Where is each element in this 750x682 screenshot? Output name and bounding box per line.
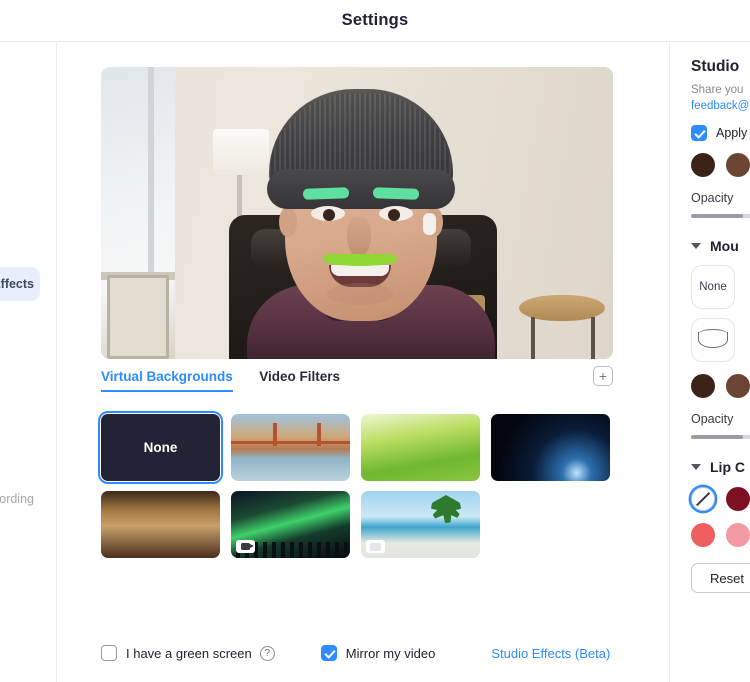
person-ear-left — [279, 207, 297, 237]
apply-label: Apply — [716, 126, 748, 141]
stool-leg — [591, 317, 595, 359]
mustache-tile-style-1[interactable] — [691, 318, 735, 363]
mirror-video-checkbox[interactable] — [320, 645, 337, 661]
stool-leg — [531, 317, 535, 359]
green-screen-label: I have a green screen — [126, 645, 252, 661]
green-eyebrow-effect-left — [302, 187, 350, 200]
background-thumb-none[interactable]: None — [98, 411, 223, 484]
reset-button[interactable]: Reset — [691, 563, 750, 594]
lip-color-section-header[interactable]: Lip C — [691, 459, 750, 475]
backgrounds-tabs: Virtual Backgrounds Video Filters + — [101, 366, 613, 402]
mustache-swatch-dark-brown[interactable] — [691, 374, 715, 399]
thumb-label: None — [143, 440, 178, 455]
person-nose — [347, 217, 371, 257]
lip-color-section-label: Lip C — [710, 459, 745, 476]
mustache-section-header[interactable]: Mou — [691, 238, 750, 254]
tab-video-filters[interactable]: Video Filters — [259, 369, 340, 390]
eyebrow-opacity-slider[interactable] — [691, 214, 750, 219]
lip-color-swatch-dark-red[interactable] — [726, 487, 750, 512]
eyebrow-swatch-medium-brown[interactable] — [726, 153, 750, 178]
green-mustache-effect — [323, 254, 397, 266]
slider-fill — [691, 214, 743, 219]
background-thumb-grass[interactable] — [361, 414, 480, 481]
preview-options-bar: I have a green screen ? Mirror my video … — [57, 624, 669, 682]
background-thumb-earth-from-space[interactable] — [491, 414, 610, 481]
page-title: Settings — [341, 11, 409, 29]
sidebar-item-recording[interactable]: Recording — [0, 482, 40, 516]
beanie-brim — [267, 169, 455, 209]
chevron-down-icon — [691, 243, 701, 250]
feedback-email-link[interactable]: feedback@ — [691, 99, 750, 115]
earbud — [423, 213, 436, 235]
slider-fill — [691, 435, 743, 440]
lip-color-swatch-coral[interactable] — [691, 523, 715, 548]
green-screen-checkbox[interactable] — [101, 645, 117, 661]
tab-virtual-backgrounds[interactable]: Virtual Backgrounds — [101, 369, 233, 392]
eyebrow-opacity-label: Opacity — [691, 191, 734, 206]
background-thumb-hotel-lobby[interactable] — [101, 491, 220, 558]
background-thumb-aurora-video[interactable] — [231, 491, 350, 558]
eyebrow-swatch-dark-brown[interactable] — [691, 153, 715, 178]
video-badge-icon — [236, 540, 255, 553]
person-eye-right — [379, 206, 413, 221]
background-thumb-golden-gate-bridge[interactable] — [231, 414, 350, 481]
sidebar-item-label: Recording — [0, 492, 34, 506]
mustache-tile-none[interactable]: None — [691, 265, 735, 310]
palm-tree — [424, 495, 468, 539]
help-icon[interactable]: ? — [259, 645, 275, 661]
backgrounds-effects-panel: Virtual Backgrounds Video Filters + None — [57, 42, 670, 682]
preview-scene — [101, 67, 613, 359]
studio-effects-title: Studio — [691, 58, 740, 75]
mustache-opacity-label: Opacity — [691, 412, 734, 427]
lip-color-swatches-row-2 — [691, 523, 750, 548]
video-self-preview — [101, 67, 613, 359]
bridge-tower — [273, 423, 277, 447]
settings-window: Settings Backgrounds & Effects Recording — [0, 0, 750, 682]
mustache-icon — [698, 329, 728, 349]
bridge-tower — [317, 423, 321, 447]
lip-color-swatch-pink[interactable] — [726, 523, 750, 548]
person-eye-left — [311, 206, 345, 221]
mustache-swatch-medium-brown[interactable] — [726, 374, 750, 399]
sidebar-item-backgrounds-effects[interactable]: Backgrounds & Effects — [0, 267, 40, 301]
add-background-button[interactable]: + — [593, 366, 613, 386]
mustache-opacity-slider[interactable] — [691, 435, 750, 440]
mustache-style-tiles: None — [691, 265, 750, 363]
background-thumb-beach-video[interactable] — [361, 491, 480, 558]
video-badge-icon — [366, 540, 385, 553]
window-titlebar: Settings — [0, 0, 750, 41]
tile-label: None — [699, 281, 727, 294]
floor-lamp-shade — [213, 129, 269, 175]
mustache-section-label: Mou — [710, 238, 739, 255]
pupil — [388, 209, 400, 221]
studio-effects-subtitle: Share you feedback@ — [691, 83, 750, 114]
lip-color-swatches-row-1 — [691, 487, 750, 512]
eyebrow-color-swatches — [691, 153, 750, 178]
subtitle-line-1: Share you — [691, 84, 744, 96]
person-chin — [327, 283, 393, 305]
apply-to-all-row: Apply — [691, 125, 750, 142]
mirror-video-label: Mirror my video — [345, 645, 436, 661]
mustache-color-swatches — [691, 374, 750, 399]
green-eyebrow-effect-right — [372, 187, 420, 200]
background-thumbnail-grid: None — [98, 411, 621, 558]
sidebar-item-label: Backgrounds & Effects — [0, 277, 34, 291]
settings-sidebar: Backgrounds & Effects Recording — [0, 42, 57, 682]
studio-effects-link[interactable]: Studio Effects (Beta) — [491, 646, 610, 661]
apply-checkbox[interactable] — [691, 125, 707, 142]
plus-icon: + — [598, 368, 608, 384]
bridge-deck — [231, 440, 350, 444]
pupil — [323, 209, 335, 221]
studio-effects-panel: Studio Share you feedback@ Apply Opacity… — [671, 42, 750, 682]
picture-frame — [107, 275, 169, 359]
teeth — [331, 265, 389, 276]
lip-color-swatch-none[interactable] — [691, 487, 715, 512]
chevron-down-icon — [691, 464, 701, 471]
